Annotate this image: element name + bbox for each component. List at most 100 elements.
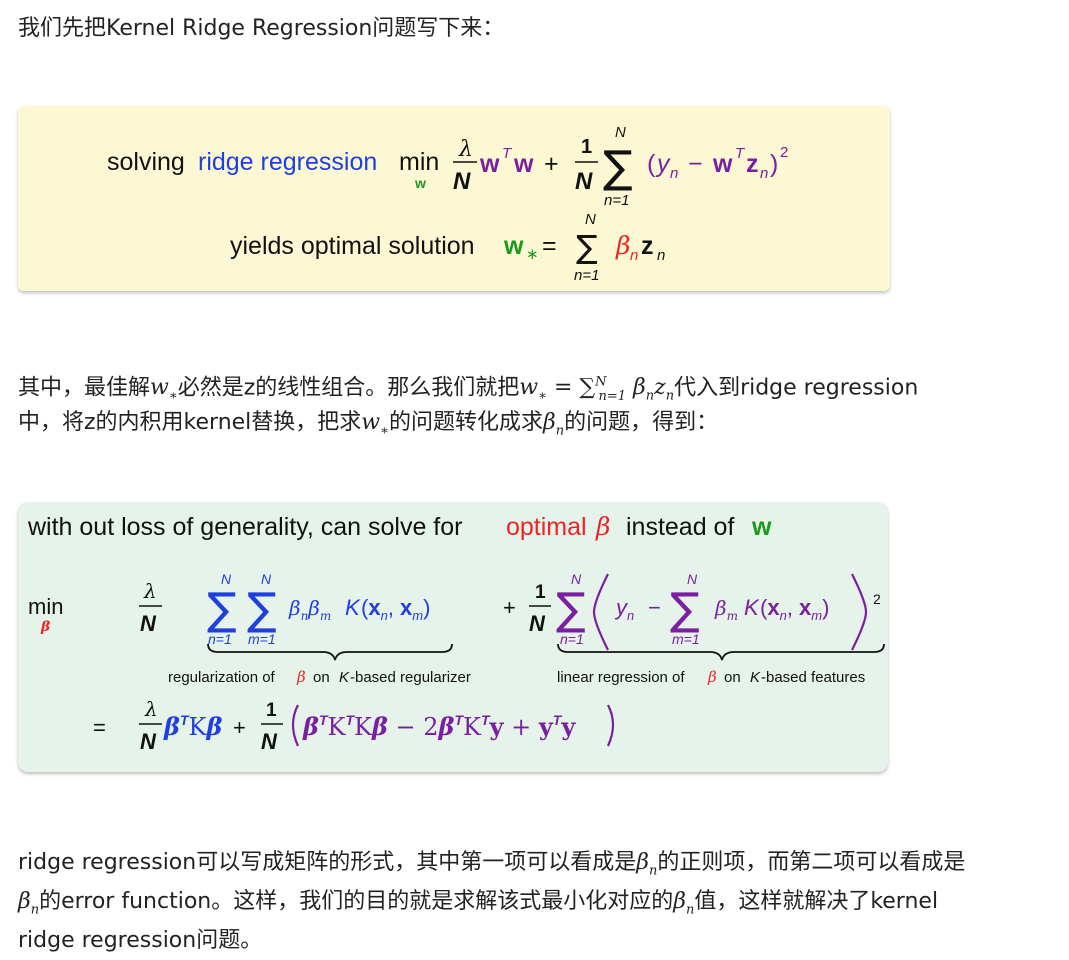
summation-sign: ∑ [576, 228, 598, 266]
lambda-symbol: λ [458, 137, 473, 162]
N-symbol: N [261, 729, 278, 754]
beta-symbol: β [615, 231, 630, 260]
summation-sign: ∑ [207, 584, 237, 635]
w-symbol: w [751, 513, 772, 541]
z-symbol: z [746, 150, 759, 178]
big-close-paren [851, 573, 868, 651]
K-symbol: K [750, 669, 761, 686]
p2-seg3: 代入到ridge regression [674, 375, 919, 401]
summation-sign: ∑ [603, 142, 633, 193]
formula-ridge-regression: solving ridge regression min w λ N w T w… [107, 124, 788, 284]
N-symbol: N [140, 729, 157, 754]
p2-seg2: 必然是z的线性组合。那么我们就把 [177, 375, 520, 401]
min-subscript-w: w [414, 175, 426, 191]
min-operator: min [399, 148, 439, 176]
beta-n-math: βn [18, 889, 40, 918]
one-symbol: 1 [535, 582, 546, 603]
K-args: (xn, xm) [760, 595, 829, 623]
N-symbol: N [140, 611, 157, 636]
brace2-label-c: -based features [761, 669, 865, 686]
w-symbol: w [712, 150, 733, 178]
K-function: K [744, 595, 760, 620]
big-open-paren [291, 704, 300, 747]
p3-line2-a: 的error function。这样，我们的目的就是求解该式最小化对应的 [39, 889, 674, 914]
n-subscript: n [670, 165, 678, 182]
square-superscript: 2 [873, 591, 881, 607]
sum-lower-n1: n=1 [208, 631, 232, 647]
sum-upper-N: N [585, 211, 596, 228]
ridge-regression-text: ridge regression [198, 148, 377, 176]
brace2-label-a: linear regression of [557, 669, 685, 686]
sum-lower-n1: n=1 [604, 192, 629, 209]
p3-line1-a: ridge regression可以写成矩阵的形式，其中第一项可以看成是 [18, 850, 637, 875]
N-symbol: N [575, 168, 593, 195]
one-symbol: 1 [581, 136, 592, 158]
beta-n-math: βn [636, 850, 658, 879]
N-symbol: N [453, 168, 471, 195]
brace1-label-b: on [313, 669, 330, 686]
big-close-paren [606, 704, 615, 747]
summation-sign: ∑ [670, 584, 700, 635]
brace1-label-a: regularization of [168, 669, 276, 686]
underbrace-regularization [207, 643, 453, 661]
intro-text: 我们先把Kernel Ridge Regression问题写下来： [18, 16, 505, 41]
sum-lower-m1: m=1 [248, 631, 276, 647]
sum-lower-n1: n=1 [560, 631, 584, 647]
plus-sign: + [233, 715, 246, 740]
p3-line1-b: 的正则项，而第二项可以看成是 [657, 850, 966, 875]
T-superscript: T [502, 145, 513, 162]
w-star-math: w∗ [150, 375, 178, 404]
star-subscript: ∗ [526, 246, 539, 263]
paragraph-3-line-3: ridge regression问题。 [18, 928, 263, 953]
T-superscript: T [735, 145, 746, 162]
y-n: yn [614, 595, 634, 623]
summation-sign: ∑ [247, 584, 277, 635]
p3-line2-b: 值，这样就解决了kernel [694, 889, 939, 914]
w-star-sum-math: w∗ = ∑Nn=1 βnzn [519, 375, 675, 404]
formula-box-ridge-regression: solving ridge regression min w λ N w T w… [18, 106, 890, 291]
formula-box-kernel-ridge: with out loss of generality, can solve f… [18, 502, 888, 772]
close-paren: ) [770, 150, 778, 178]
beta-n-math: βn [673, 889, 695, 918]
w-star-symbol: w [503, 232, 524, 260]
min-subscript-beta: β [40, 619, 51, 635]
beta-symbol: β [296, 668, 306, 686]
z-symbol: z [641, 232, 654, 260]
beta-symbol: β [595, 512, 610, 541]
lambda-symbol: λ [144, 697, 158, 721]
min-operator: min [28, 594, 63, 619]
beta-n-beta-m: βnβm [288, 596, 331, 623]
beta-symbol: β [707, 668, 717, 686]
beta-m: βm [714, 596, 738, 623]
beta-n-math: βn [543, 410, 565, 439]
equals-sign: = [542, 232, 557, 260]
summation-sign: ∑ [556, 584, 586, 635]
K-function: K [345, 595, 361, 620]
K-args: (xn, xm) [361, 595, 430, 623]
w-symbol: w [513, 150, 534, 178]
paragraph-2-line-2: 中，将z的内积用kernel替换，把求w∗的问题转化成求βn的问题，得到： [18, 403, 718, 450]
minus-sign: − [648, 595, 661, 620]
minus-sign: − [688, 150, 703, 178]
one-symbol: 1 [266, 700, 277, 721]
n-subscript: n [630, 247, 638, 264]
yields-text: yields optimal solution [230, 232, 475, 260]
brace2-label-b: on [724, 669, 741, 686]
K-symbol: K [339, 669, 350, 686]
n-subscript: n [657, 247, 665, 264]
headline-part-2: optimal [506, 513, 587, 541]
headline-part-1: with out loss of generality, can solve f… [27, 513, 462, 541]
w-symbol: w [479, 150, 500, 178]
w-star-math: w∗ [361, 410, 389, 439]
y-symbol: y [655, 150, 671, 178]
equals-sign: = [93, 715, 106, 740]
sum-lower-m1: m=1 [672, 631, 700, 647]
p2-seg1: 其中，最佳解 [18, 375, 151, 401]
sum-upper-N: N [615, 124, 626, 141]
N-symbol: N [529, 611, 546, 636]
solving-text: solving [107, 148, 185, 176]
sum-lower-n1: n=1 [574, 267, 599, 284]
n-subscript: n [760, 165, 768, 182]
square-superscript: 2 [780, 144, 788, 161]
big-open-paren [592, 573, 609, 651]
